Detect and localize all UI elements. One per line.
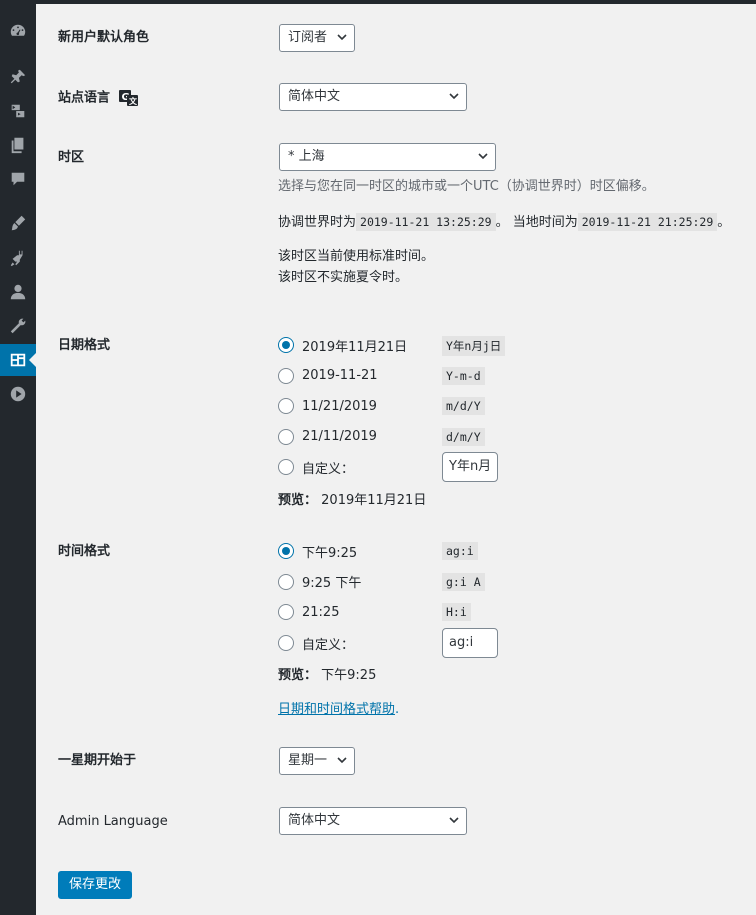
tools-icon[interactable]	[0, 310, 36, 342]
radio-button[interactable]	[278, 543, 294, 559]
local-time: 2019-11-21 21:25:29	[577, 213, 718, 231]
format-code: d/m/Y	[442, 427, 485, 446]
format-option[interactable]: 21:25	[278, 602, 339, 622]
week-start-value: 星期一	[288, 753, 328, 768]
date-format-custom-input[interactable]: Y年n月	[442, 452, 498, 482]
format-option-text: 9:25 下午	[302, 576, 362, 591]
date-custom-label: 自定义：	[302, 461, 355, 477]
site-language-label-text: 站点语言	[58, 90, 111, 106]
default-role-select[interactable]: 订阅者	[279, 24, 355, 52]
translation-icon: G 文	[118, 90, 138, 106]
admin-language-select[interactable]: 简体中文	[279, 807, 467, 835]
format-code: m/d/Y	[442, 397, 485, 415]
site-language-label: 站点语言 G 文	[58, 89, 139, 108]
media-icon[interactable]	[0, 95, 36, 127]
radio-button[interactable]	[278, 635, 294, 651]
format-option[interactable]: 下午9:25	[278, 541, 357, 561]
format-option[interactable]: 9:25 下午	[278, 572, 361, 592]
chevron-down-icon	[449, 817, 459, 824]
settings-icon[interactable]	[0, 344, 36, 376]
format-help-suffix: .	[395, 702, 400, 717]
format-option-text: 21:25	[302, 604, 340, 620]
format-option-text: 21/11/2019	[302, 429, 377, 444]
timezone-dst-note: 该时区不实施夏令时。	[278, 270, 409, 285]
site-language-select[interactable]: 简体中文	[279, 83, 467, 111]
pages-icon[interactable]	[0, 129, 36, 161]
default-role-value: 订阅者	[288, 30, 328, 45]
format-option[interactable]: 2019-11-21	[278, 366, 378, 386]
radio-button[interactable]	[278, 459, 294, 475]
week-start-label: 一星期开始于	[58, 753, 137, 768]
date-format-preview: 预览： 2019年11月21日	[278, 489, 426, 508]
format-code: Y年n月j日	[442, 336, 506, 356]
play-icon[interactable]	[0, 378, 36, 410]
save-changes-button[interactable]: 保存更改	[58, 871, 133, 899]
local-suffix: 。	[717, 215, 731, 230]
radio-button[interactable]	[278, 604, 294, 620]
date-preview-label: 预览：	[278, 493, 318, 508]
svg-text:文: 文	[129, 96, 138, 106]
date-format-label: 日期格式	[58, 338, 111, 353]
format-option[interactable]: 11/21/2019	[278, 396, 377, 416]
users-icon[interactable]	[0, 276, 36, 308]
admin-sidebar	[0, 0, 36, 915]
comments-icon[interactable]	[0, 163, 36, 195]
week-start-select[interactable]: 星期一	[279, 747, 355, 775]
chevron-down-icon	[449, 93, 459, 100]
format-option-text: 11/21/2019	[302, 398, 377, 414]
format-option-text: 下午9:25	[302, 545, 358, 561]
format-code: g:i A	[442, 572, 485, 591]
format-option[interactable]: 2019年11月21日	[278, 335, 407, 355]
timezone-time-line: 协调世界时为 2019-11-21 13:25:29。 当地时间为 2019-11-…	[278, 213, 730, 232]
radio-button[interactable]	[278, 398, 294, 414]
format-option-text: 2019-11-21	[302, 368, 378, 383]
local-prefix: 。 当地时间为	[495, 215, 578, 230]
time-format-preview: 预览： 下午9:25	[278, 664, 376, 683]
timezone-value: * 上海	[288, 149, 325, 164]
date-format-custom-option[interactable]: 自定义：	[278, 457, 354, 477]
plugins-icon[interactable]	[0, 242, 36, 274]
admin-language-label: Admin Language	[58, 814, 168, 829]
format-help-link[interactable]: 日期和时间格式帮助	[278, 702, 395, 717]
date-preview-value: 2019年11月21日	[321, 493, 427, 508]
chevron-down-icon	[337, 757, 347, 764]
dashboard-icon[interactable]	[0, 15, 36, 47]
chevron-down-icon	[478, 153, 488, 160]
time-format-custom-option[interactable]: 自定义：	[278, 633, 354, 653]
site-language-value: 简体中文	[288, 89, 341, 104]
timezone-std-note: 该时区当前使用标准时间。	[278, 249, 435, 264]
radio-button[interactable]	[278, 573, 294, 590]
radio-button[interactable]	[278, 428, 294, 445]
utc-prefix: 协调世界时为	[278, 215, 357, 230]
utc-time: 2019-11-21 13:25:29	[356, 213, 496, 231]
format-help-line: 日期和时间格式帮助.	[278, 698, 399, 717]
admin-top-bar	[0, 0, 756, 4]
admin-language-value: 简体中文	[288, 813, 341, 828]
default-role-label: 新用户默认角色	[58, 30, 150, 45]
pin-icon[interactable]	[0, 61, 36, 93]
time-custom-label: 自定义：	[302, 637, 355, 653]
format-code: Y-m-d	[442, 366, 485, 385]
time-preview-label: 预览：	[278, 668, 318, 683]
time-preview-value: 下午9:25	[321, 668, 377, 683]
time-format-label: 时间格式	[58, 544, 111, 559]
radio-button[interactable]	[278, 337, 294, 353]
format-option-text: 2019年11月21日	[302, 339, 408, 355]
time-format-custom-input[interactable]: ag:i	[442, 628, 498, 658]
chevron-down-icon	[337, 34, 347, 41]
timezone-select[interactable]: * 上海	[279, 143, 496, 171]
format-code: ag:i	[442, 542, 478, 560]
timezone-help: 选择与您在同一时区的城市或一个UTC（协调世界时）时区偏移。	[278, 179, 655, 194]
radio-button[interactable]	[278, 367, 294, 384]
format-code: H:i	[442, 603, 471, 621]
appearance-icon[interactable]	[0, 207, 36, 239]
timezone-label: 时区	[58, 150, 85, 165]
format-option[interactable]: 21/11/2019	[278, 427, 377, 447]
